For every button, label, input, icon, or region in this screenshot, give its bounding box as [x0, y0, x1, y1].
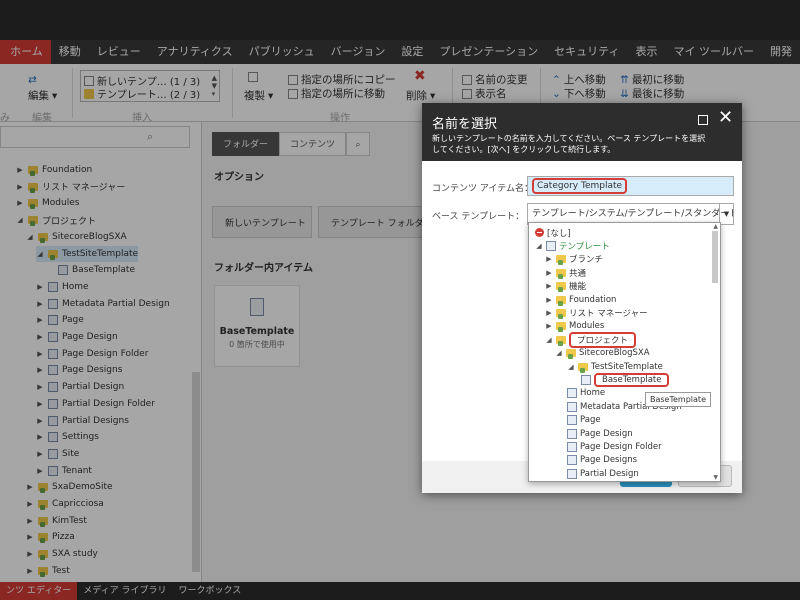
dialog-subtitle: 新しいテンプレートの名前を入力してください。ベース テンプレートを選択してくださ… [432, 134, 706, 154]
base-tree-item-label: Partial Design [580, 468, 639, 479]
base-tree-item-label: Page [580, 415, 601, 426]
expand-right-icon[interactable]: ▶ [545, 296, 553, 304]
base-tree-item-label: Foundation [569, 294, 617, 305]
base-tree-item-label: Page Design [580, 428, 633, 439]
expand-right-icon[interactable]: ▶ [545, 309, 553, 317]
template-icon [567, 455, 577, 466]
dialog-header: 名前を選択 新しいテンプレートの名前を入力してください。ベース テンプレートを選… [422, 103, 742, 161]
base-tree-item[interactable]: Page Design Folder [567, 440, 662, 453]
folder-icon [556, 255, 566, 266]
base-tree-item[interactable]: ◢ SitecoreBlogSXA [555, 347, 650, 360]
base-tree-item[interactable]: ▶ 機能 [545, 280, 586, 293]
base-tree-item-label: ブランチ [569, 255, 604, 266]
folder-icon [556, 268, 566, 279]
item-name-label: コンテンツ アイテム名： [432, 184, 533, 194]
base-tree-item[interactable]: Page [567, 414, 601, 427]
base-tree-item-label: 機能 [569, 282, 587, 293]
base-tree-item-label: Modules [569, 321, 605, 332]
folder-icon [556, 295, 566, 306]
item-name-value: Category Template [532, 178, 628, 194]
base-template-value: テンプレート/システム/テンプレート/スタンダード [532, 209, 734, 219]
expand-down-icon[interactable]: ◢ [545, 336, 553, 344]
none-icon [535, 228, 544, 237]
template-icon [567, 415, 577, 426]
expand-down-icon[interactable]: ◢ [555, 349, 563, 357]
base-tree-item-label: リスト マネージャー [569, 308, 648, 319]
base-tree-item-label: BaseTemplate [594, 372, 670, 387]
expand-right-icon[interactable]: ▶ [545, 255, 553, 263]
template-root-icon [546, 240, 556, 251]
base-tree-item-label: [なし] [547, 228, 571, 239]
chevron-down-icon[interactable]: ▼ [719, 204, 733, 224]
dropdown-scrollbar[interactable] [712, 231, 718, 283]
base-tree-item[interactable]: ◢ プロジェクト [545, 331, 637, 348]
scroll-down-arrow[interactable]: ▼ [713, 474, 718, 481]
template-icon [567, 441, 577, 452]
item-name-input[interactable]: Category Template [527, 176, 734, 196]
dialog-title: 名前を選択 [432, 117, 498, 132]
base-tree-item-label: プロジェクト [569, 331, 637, 348]
folder-icon [556, 308, 566, 319]
base-tree-item-label: Home [580, 388, 606, 399]
close-icon[interactable]: ✕ [718, 109, 733, 127]
folder-icon [578, 362, 588, 373]
expand-right-icon[interactable]: ▶ [545, 282, 553, 290]
base-tree-item[interactable]: ◢ TestSiteTemplate [567, 360, 663, 373]
base-tree-item-label: テンプレート [559, 241, 610, 252]
tooltip: BaseTemplate [645, 392, 711, 407]
template-icon [567, 428, 577, 439]
base-tree-item[interactable]: Partial Design [567, 467, 639, 480]
base-tree-item[interactable]: ▶ Foundation [545, 293, 616, 306]
scroll-up-arrow[interactable]: ▲ [713, 223, 718, 230]
folder-icon [556, 282, 566, 293]
base-tree-item-label: 共通 [569, 268, 587, 279]
base-tree-item-label: Page Design Folder [580, 441, 662, 452]
base-tree-item[interactable]: ▶ 共通 [545, 266, 586, 279]
base-tree-item[interactable]: ▶ ブランチ [545, 253, 603, 266]
template-icon [567, 388, 577, 399]
base-template-tree-dropdown[interactable]: [なし] ◢ テンプレート ▶ ブランチ ▶ 共通 ▶ 機能 ▶ Foundation ▶ リスト マネ… [528, 222, 721, 482]
base-tree-item[interactable]: [なし] [535, 226, 571, 239]
expand-down-icon[interactable]: ◢ [535, 242, 543, 250]
folder-icon [556, 335, 566, 346]
expand-right-icon[interactable]: ▶ [545, 322, 553, 330]
base-tree-item[interactable]: ◢ テンプレート [535, 239, 610, 252]
template-icon [567, 401, 577, 412]
base-tree-item[interactable]: Page Design [567, 427, 633, 440]
folder-icon [556, 322, 566, 333]
expand-down-icon[interactable]: ◢ [567, 363, 575, 371]
maximize-icon[interactable] [698, 115, 708, 125]
base-template-label: ベース テンプレート： [432, 212, 525, 222]
base-tree-item[interactable]: ▶ Modules [545, 320, 604, 333]
folder-icon [566, 349, 576, 360]
template-icon [581, 374, 591, 385]
base-tree-item[interactable]: Home [567, 387, 605, 400]
base-tree-item-label: TestSiteTemplate [591, 361, 663, 372]
base-tree-item-label: Page Designs [580, 455, 638, 466]
base-tree-item[interactable]: Page Designs [567, 454, 637, 467]
base-tree-item-label: SitecoreBlogSXA [579, 348, 650, 359]
expand-right-icon[interactable]: ▶ [545, 269, 553, 277]
base-tree-item[interactable]: ▶ リスト マネージャー [545, 306, 648, 319]
template-icon [567, 468, 577, 479]
base-tree-item[interactable]: BaseTemplate [581, 372, 670, 387]
